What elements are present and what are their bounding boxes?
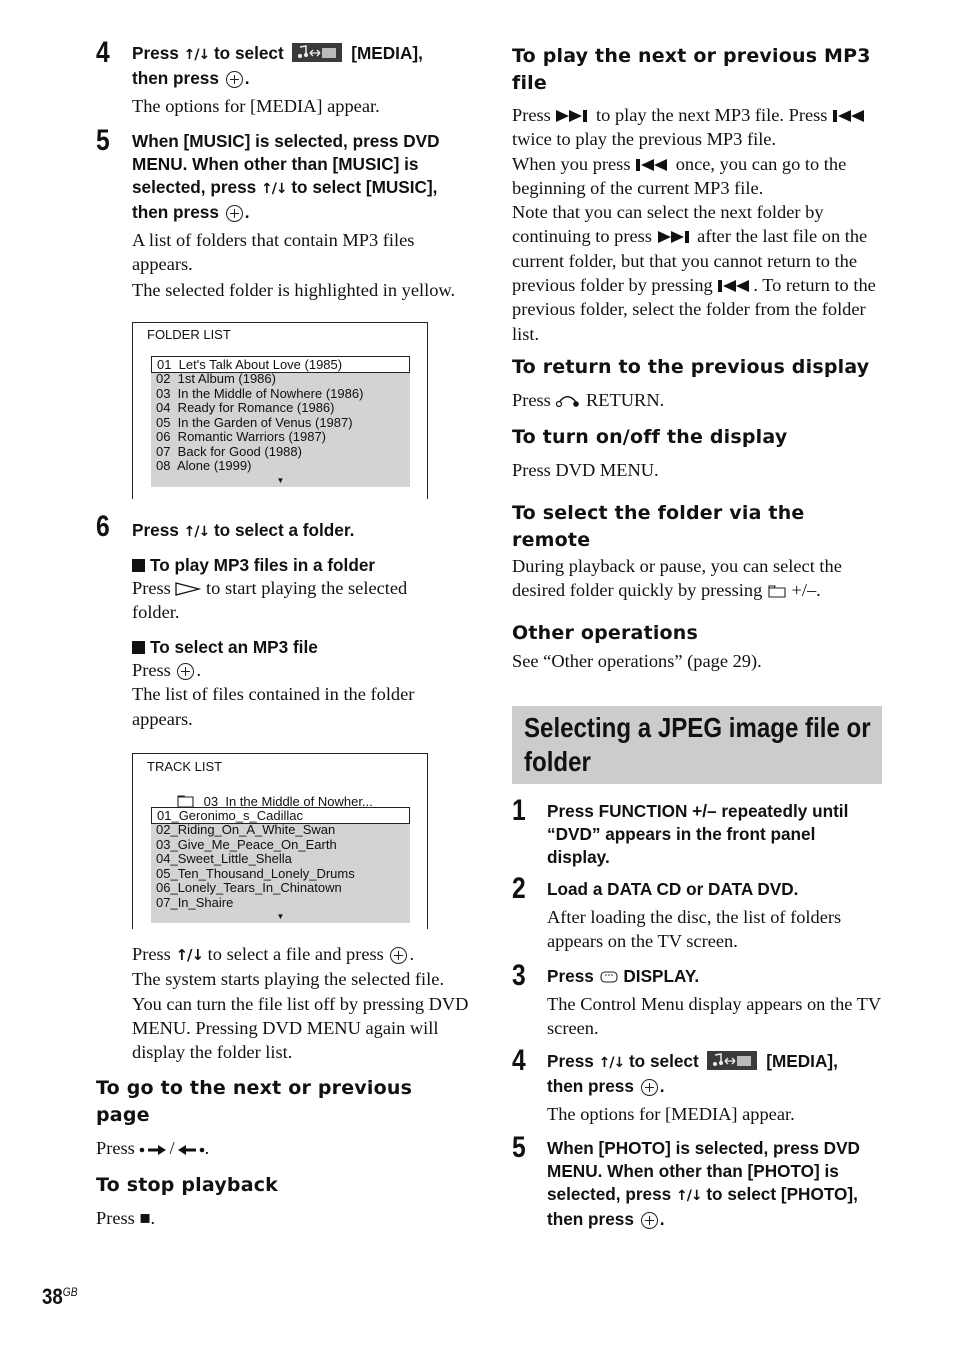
- step-number: 1: [512, 794, 526, 827]
- square-bullet-icon: [132, 641, 145, 654]
- folder-remote-body: During playback or pause, you can select…: [512, 556, 842, 601]
- list-item[interactable]: 07_In_Shaire: [151, 895, 410, 911]
- step-body: A list of folders that contain MP3 files…: [132, 230, 415, 275]
- up-down-arrow-icon: ↑/↓: [598, 1055, 626, 1071]
- list-item[interactable]: 07 Back for Good (1988): [151, 444, 410, 460]
- step-title: Press ↑/↓ to select a folder.: [132, 520, 355, 540]
- step-title: Press ↑/↓ to select [MEDIA], then press …: [132, 43, 423, 88]
- step-title: Press FUNCTION +/– repeatedly until “DVD…: [547, 801, 849, 867]
- list-item[interactable]: 05_Ten_Thousand_Lonely_Drums: [151, 866, 410, 882]
- folder-list: 01 Let's Talk About Love (1985) 02 1st Al…: [151, 356, 410, 487]
- step-number: 2: [512, 872, 526, 905]
- subheading-select-mp3: To select an MP3 file: [132, 636, 477, 658]
- heading-stop-playback: To stop playback: [96, 1174, 279, 1196]
- next-prev-mp3-body: Press to play the next MP3 file. Press t…: [512, 105, 876, 344]
- display-button-icon: [600, 971, 618, 983]
- page-suffix: GB: [62, 1285, 78, 1299]
- enter-button-icon: [640, 1079, 658, 1096]
- step-number: 4: [96, 36, 110, 69]
- step-body: The Control Menu display appears on the …: [547, 994, 881, 1039]
- list-item[interactable]: 03_Give_Me_Peace_On_Earth: [151, 837, 410, 853]
- up-down-arrow-icon: ↑/↓: [183, 524, 211, 540]
- list-item[interactable]: 04_Sweet_Little_Shella: [151, 851, 410, 867]
- display-body: Press DVD MENU.: [512, 460, 659, 480]
- heading-folder-remote: To select the folder via the remote: [512, 502, 805, 551]
- other-operations-body: See “Other operations” (page 29).: [512, 651, 762, 671]
- stop-body: Press ■.: [96, 1208, 156, 1228]
- heading-next-page: To go to the next or previous page: [96, 1077, 413, 1126]
- screen-title: TRACK LIST: [147, 759, 223, 774]
- enter-button-icon: [225, 71, 243, 88]
- track-list: 01_Geronimo_s_Cadillac 02_Riding_On_A_Whi…: [151, 807, 410, 923]
- media-icon: [707, 1051, 758, 1070]
- step-title: When [MUSIC] is selected, press DVD MENU…: [132, 131, 440, 222]
- step-body: After loading the disc, the list of fold…: [547, 907, 842, 952]
- up-down-arrow-icon: ↑/↓: [175, 946, 204, 964]
- track-list-screen: TRACK LIST 03 In the Middle of Nowher...…: [132, 753, 428, 929]
- step-body: The options for [MEDIA] appear.: [132, 96, 380, 116]
- up-down-arrow-icon: ↑/↓: [675, 1188, 703, 1204]
- step-body: The options for [MEDIA] appear.: [547, 1104, 795, 1124]
- folder-list-screen: FOLDER LIST 01 Let's Talk About Love (19…: [132, 322, 428, 499]
- previous-track-icon: [636, 158, 668, 171]
- heading-return: To return to the previous display: [512, 356, 870, 378]
- scroll-down-icon[interactable]: ▼: [151, 474, 410, 487]
- play-mp3-body: Press to start playing the selected fold…: [132, 578, 408, 623]
- section-banner: Selecting a JPEG image file or folder: [512, 706, 882, 784]
- step-number: 5: [512, 1131, 526, 1164]
- step-body: The selected folder is highlighted in ye…: [132, 279, 456, 300]
- list-item[interactable]: 02_Riding_On_A_White_Swan: [151, 822, 410, 838]
- up-down-arrow-icon: ↑/↓: [260, 181, 288, 197]
- enter-button-icon: [177, 663, 195, 680]
- up-down-arrow-icon: ↑/↓: [183, 47, 211, 63]
- play-icon: [175, 582, 202, 596]
- list-item[interactable]: 02 1st Album (1986): [151, 371, 410, 387]
- step-title: Load a DATA CD or DATA DVD.: [547, 879, 799, 899]
- previous-page-icon: [177, 1145, 204, 1155]
- step-title: Press ↑/↓ to select [MEDIA], then press …: [547, 1051, 838, 1096]
- enter-button-icon: [640, 1212, 658, 1229]
- select-mp3-body: Press . The list of files contained in t…: [132, 660, 415, 729]
- media-icon: [292, 43, 343, 62]
- next-track-icon: [556, 110, 588, 122]
- step-title: When [PHOTO] is selected, press DVD MENU…: [547, 1138, 860, 1229]
- next-page-body: Press /.: [96, 1138, 210, 1158]
- list-item[interactable]: 05 In the Garden of Venus (1987): [151, 415, 410, 431]
- enter-button-icon: [225, 205, 243, 222]
- list-item[interactable]: 03 In the Middle of Nowhere (1986): [151, 386, 410, 402]
- heading-other-operations: Other operations: [512, 622, 699, 644]
- square-bullet-icon: [132, 559, 145, 572]
- list-item[interactable]: 06 Romantic Warriors (1987): [151, 429, 410, 445]
- previous-track-icon: [833, 110, 865, 122]
- previous-track-icon: [718, 280, 750, 293]
- list-item[interactable]: 08 Alone (1999): [151, 458, 410, 474]
- return-icon: [556, 396, 580, 408]
- page-number: 38GB: [42, 1284, 78, 1309]
- enter-button-icon: [390, 947, 408, 964]
- step-number: 6: [96, 510, 110, 543]
- next-page-icon: [140, 1145, 167, 1155]
- heading-next-prev-mp3: To play the next or previous MP3 file: [512, 45, 871, 94]
- subheading-play-mp3: To play MP3 files in a folder: [132, 554, 477, 576]
- heading-display: To turn on/off the display: [512, 426, 788, 448]
- stop-icon: ■: [139, 1208, 151, 1228]
- folder-icon: [768, 585, 786, 598]
- list-item[interactable]: 04 Ready for Romance (1986): [151, 400, 410, 416]
- screen-title: FOLDER LIST: [147, 327, 231, 342]
- step-number: 4: [512, 1044, 526, 1077]
- step-number: 3: [512, 959, 526, 992]
- return-body: Press RETURN.: [512, 390, 665, 410]
- section-title: Selecting a JPEG image file or folder: [524, 712, 871, 777]
- step-number: 5: [96, 124, 110, 157]
- list-item[interactable]: 06_Lonely_Tears_In_Chinatown: [151, 880, 410, 896]
- after-track-body: Press ↑/↓ to select a file and press . T…: [132, 944, 469, 1063]
- step-title: Press DISPLAY.: [547, 966, 700, 986]
- scroll-down-icon[interactable]: ▼: [151, 910, 410, 923]
- next-track-icon: [657, 231, 689, 244]
